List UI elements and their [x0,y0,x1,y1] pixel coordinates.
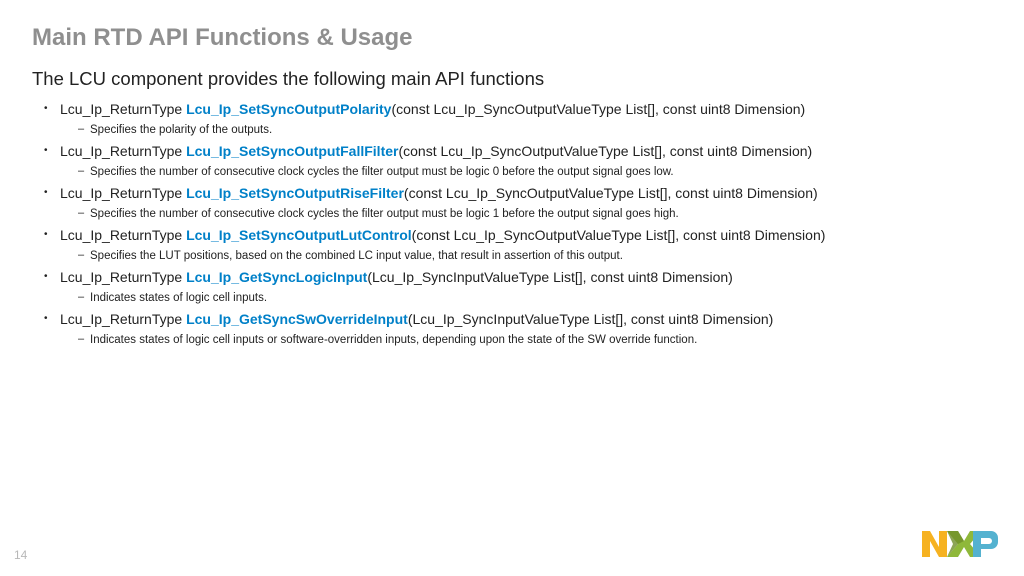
description: Indicates states of logic cell inputs or… [78,332,992,348]
slide: Main RTD API Functions & Usage The LCU c… [0,0,1024,576]
signature: (const Lcu_Ip_SyncOutputValueType List[]… [412,227,826,243]
nxp-logo [922,529,998,564]
return-type: Lcu_Ip_ReturnType [60,185,186,201]
function-name: Lcu_Ip_SetSyncOutputRiseFilter [186,185,404,201]
page-title: Main RTD API Functions & Usage [32,24,992,52]
list-item: Lcu_Ip_ReturnType Lcu_Ip_GetSyncSwOverri… [44,310,992,348]
return-type: Lcu_Ip_ReturnType [60,143,186,159]
return-type: Lcu_Ip_ReturnType [60,101,186,117]
list-item: Lcu_Ip_ReturnType Lcu_Ip_GetSyncLogicInp… [44,268,992,306]
description: Specifies the polarity of the outputs. [78,122,992,138]
list-item: Lcu_Ip_ReturnType Lcu_Ip_SetSyncOutputLu… [44,226,992,264]
description: Specifies the number of consecutive cloc… [78,206,992,222]
description: Indicates states of logic cell inputs. [78,290,992,306]
return-type: Lcu_Ip_ReturnType [60,269,186,285]
function-name: Lcu_Ip_SetSyncOutputLutControl [186,227,412,243]
page-subtitle: The LCU component provides the following… [32,68,992,90]
list-item: Lcu_Ip_ReturnType Lcu_Ip_SetSyncOutputRi… [44,184,992,222]
signature: (const Lcu_Ip_SyncOutputValueType List[]… [398,143,812,159]
function-name: Lcu_Ip_GetSyncSwOverrideInput [186,311,408,327]
api-list: Lcu_Ip_ReturnType Lcu_Ip_SetSyncOutputPo… [32,100,992,348]
function-name: Lcu_Ip_SetSyncOutputFallFilter [186,143,398,159]
description: Specifies the number of consecutive cloc… [78,164,992,180]
list-item: Lcu_Ip_ReturnType Lcu_Ip_SetSyncOutputFa… [44,142,992,180]
return-type: Lcu_Ip_ReturnType [60,227,186,243]
return-type: Lcu_Ip_ReturnType [60,311,186,327]
list-item: Lcu_Ip_ReturnType Lcu_Ip_SetSyncOutputPo… [44,100,992,138]
function-name: Lcu_Ip_GetSyncLogicInput [186,269,367,285]
signature: (Lcu_Ip_SyncInputValueType List[], const… [408,311,774,327]
signature: (Lcu_Ip_SyncInputValueType List[], const… [367,269,733,285]
function-name: Lcu_Ip_SetSyncOutputPolarity [186,101,391,117]
page-number: 14 [14,548,27,562]
signature: (const Lcu_Ip_SyncOutputValueType List[]… [391,101,805,117]
description: Specifies the LUT positions, based on th… [78,248,992,264]
signature: (const Lcu_Ip_SyncOutputValueType List[]… [404,185,818,201]
